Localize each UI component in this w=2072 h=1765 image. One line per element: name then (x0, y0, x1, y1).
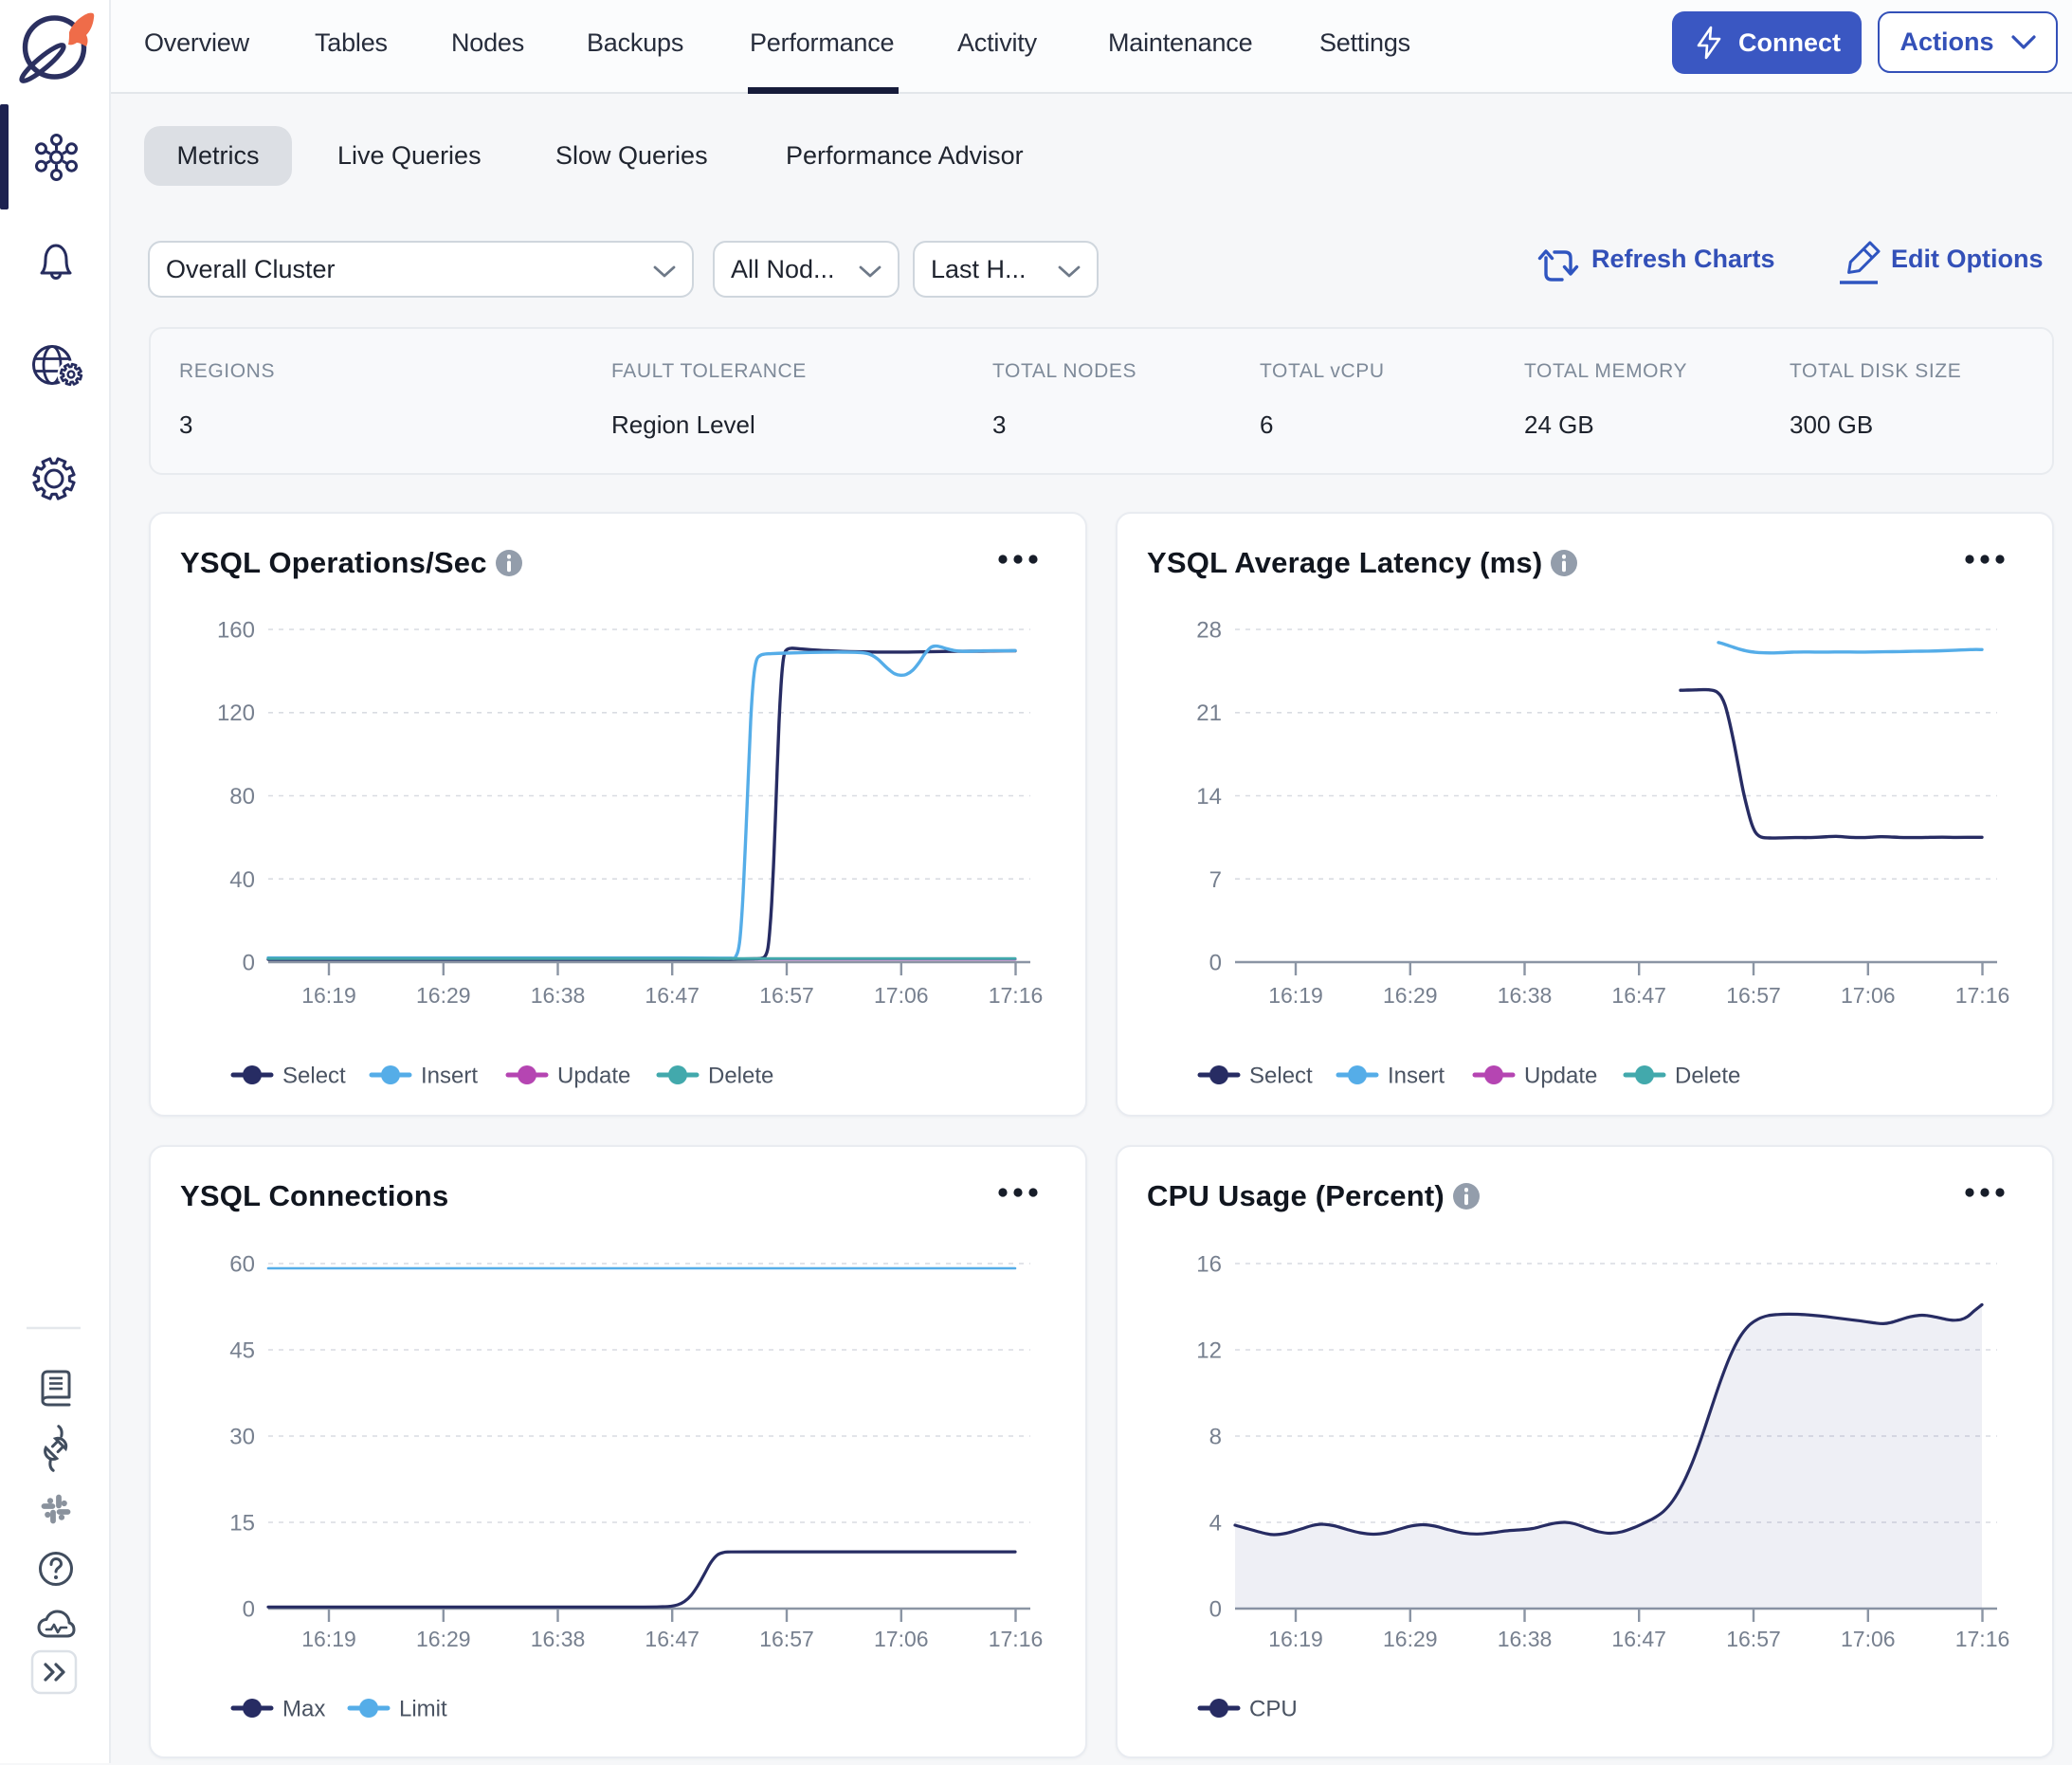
svg-text:Limit: Limit (399, 1697, 447, 1722)
svg-text:17:16: 17:16 (989, 1627, 1044, 1651)
svg-text:16:38: 16:38 (1498, 983, 1553, 1008)
svg-text:60: 60 (229, 1252, 255, 1278)
svg-text:16:38: 16:38 (1498, 1627, 1553, 1651)
svg-text:160: 160 (217, 618, 255, 644)
svg-text:16:19: 16:19 (1268, 1627, 1323, 1651)
svg-text:7: 7 (1209, 867, 1222, 893)
svg-text:CPU: CPU (1249, 1697, 1298, 1722)
svg-text:16:29: 16:29 (416, 983, 471, 1008)
svg-text:Update: Update (1524, 1064, 1597, 1089)
svg-text:0: 0 (243, 951, 255, 976)
svg-text:4: 4 (1209, 1511, 1222, 1537)
svg-text:28: 28 (1196, 618, 1222, 644)
svg-text:45: 45 (229, 1338, 255, 1364)
svg-text:12: 12 (1196, 1338, 1222, 1364)
svg-text:Delete: Delete (1675, 1064, 1740, 1089)
svg-text:Max: Max (282, 1697, 325, 1722)
svg-text:0: 0 (243, 1597, 255, 1623)
svg-text:16:29: 16:29 (1383, 1627, 1438, 1651)
svg-text:16:57: 16:57 (759, 983, 814, 1008)
svg-text:16:38: 16:38 (531, 983, 586, 1008)
svg-text:YSQL Average Latency (ms): YSQL Average Latency (ms) (1147, 546, 1542, 579)
svg-text:16:47: 16:47 (1611, 1627, 1666, 1651)
svg-text:30: 30 (229, 1425, 255, 1450)
svg-text:17:16: 17:16 (1955, 983, 2010, 1008)
svg-text:16:57: 16:57 (1726, 983, 1781, 1008)
svg-text:21: 21 (1196, 701, 1222, 726)
svg-text:YSQL Connections: YSQL Connections (180, 1179, 448, 1212)
svg-text:16:19: 16:19 (301, 1627, 356, 1651)
svg-text:16:47: 16:47 (645, 1627, 700, 1651)
svg-text:0: 0 (1209, 951, 1222, 976)
svg-text:80: 80 (229, 784, 255, 810)
svg-text:15: 15 (229, 1511, 255, 1537)
svg-text:Select: Select (282, 1064, 346, 1089)
svg-text:40: 40 (229, 867, 255, 893)
svg-text:17:06: 17:06 (874, 1627, 929, 1651)
svg-text:Insert: Insert (421, 1064, 478, 1089)
svg-text:YSQL Operations/Sec: YSQL Operations/Sec (180, 546, 487, 579)
svg-text:Delete: Delete (708, 1064, 773, 1089)
svg-text:16:29: 16:29 (1383, 983, 1438, 1008)
svg-text:120: 120 (217, 701, 255, 726)
svg-text:16:19: 16:19 (1268, 983, 1323, 1008)
svg-text:17:06: 17:06 (874, 983, 929, 1008)
svg-text:16:57: 16:57 (1726, 1627, 1781, 1651)
svg-text:CPU Usage (Percent): CPU Usage (Percent) (1147, 1179, 1445, 1212)
svg-text:8: 8 (1209, 1425, 1222, 1450)
svg-text:16:19: 16:19 (301, 983, 356, 1008)
svg-text:0: 0 (1209, 1597, 1222, 1623)
svg-text:17:16: 17:16 (989, 983, 1044, 1008)
svg-text:16:47: 16:47 (1611, 983, 1666, 1008)
svg-text:17:16: 17:16 (1955, 1627, 2010, 1651)
svg-text:16:57: 16:57 (759, 1627, 814, 1651)
svg-text:14: 14 (1196, 784, 1222, 810)
svg-text:16:29: 16:29 (416, 1627, 471, 1651)
svg-text:16:47: 16:47 (645, 983, 700, 1008)
svg-text:16: 16 (1196, 1252, 1222, 1278)
svg-text:Update: Update (557, 1064, 630, 1089)
svg-text:Insert: Insert (1388, 1064, 1445, 1089)
svg-text:Select: Select (1249, 1064, 1313, 1089)
svg-text:16:38: 16:38 (531, 1627, 586, 1651)
svg-text:17:06: 17:06 (1841, 1627, 1896, 1651)
svg-text:17:06: 17:06 (1841, 983, 1896, 1008)
